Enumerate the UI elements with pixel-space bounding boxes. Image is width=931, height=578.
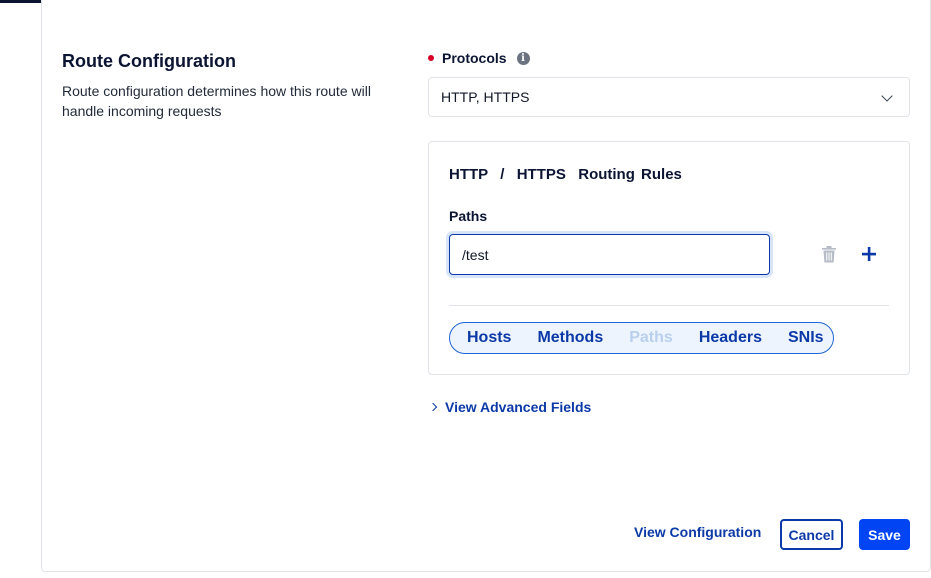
tab-methods[interactable]: Methods [537, 329, 603, 347]
chevron-down-icon [881, 90, 893, 102]
protocols-label: Protocols i [428, 50, 530, 66]
plus-icon[interactable] [862, 247, 876, 261]
protocols-selected-value: HTTP, HTTPS [441, 89, 530, 105]
trash-icon[interactable] [822, 246, 836, 263]
save-button[interactable]: Save [859, 519, 910, 550]
routing-rules-title: HTTP / HTTPS Routing Rules [449, 166, 682, 183]
required-dot-icon [428, 55, 434, 61]
tab-snis[interactable]: SNIs [788, 329, 824, 347]
protocols-select[interactable]: HTTP, HTTPS [428, 77, 910, 117]
divider [449, 305, 889, 306]
protocols-label-text: Protocols [442, 50, 507, 66]
section-description: Route configuration determines how this … [62, 83, 371, 119]
rule-type-tabs: Hosts Methods Paths Headers SNIs [449, 322, 834, 354]
info-icon[interactable]: i [516, 51, 530, 65]
tab-hosts[interactable]: Hosts [467, 329, 511, 347]
routing-rules-panel: HTTP / HTTPS Routing Rules Paths Hosts M… [428, 141, 910, 375]
view-advanced-fields-label: View Advanced Fields [445, 399, 592, 415]
view-advanced-fields-link[interactable]: View Advanced Fields [428, 399, 592, 415]
path-input[interactable] [449, 234, 770, 275]
tab-paths: Paths [629, 329, 673, 346]
view-configuration-link[interactable]: View Configuration [634, 524, 761, 540]
cancel-button[interactable]: Cancel [780, 519, 843, 550]
chevron-right-icon [428, 402, 438, 412]
section-title: Route Configuration [62, 51, 236, 71]
tab-headers[interactable]: Headers [699, 329, 762, 347]
paths-label: Paths [449, 208, 488, 224]
